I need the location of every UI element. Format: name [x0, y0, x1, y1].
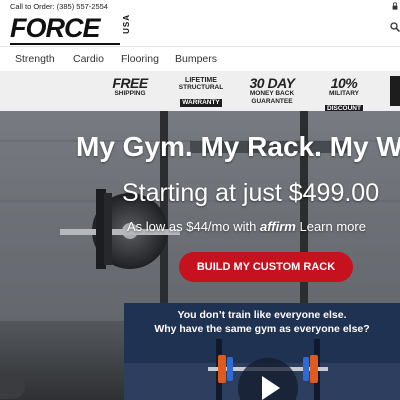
- lock-icon[interactable]: [391, 2, 399, 10]
- badge-free-shipping-title: FREE: [112, 75, 148, 91]
- nav-item-flooring[interactable]: Flooring: [121, 53, 159, 65]
- affirm-logo: affirm: [259, 219, 296, 234]
- badge-military-sub: MILITARY: [329, 90, 359, 97]
- badge-lifetime-warranty[interactable]: LIFETIME STRUCTURAL WARRANTY: [176, 76, 226, 107]
- badge-30-day-sub: MONEY BACK: [249, 90, 295, 97]
- badge-30-day-title: 30 DAY: [249, 75, 295, 91]
- learn-more-link[interactable]: Learn more: [299, 219, 365, 234]
- badge-lifetime-title: LIFETIME: [185, 77, 217, 84]
- site-header: Call to Order: (385) 557-2554 FORCE USA: [0, 0, 400, 46]
- play-icon: [262, 376, 280, 400]
- badge-lifetime-box: WARRANTY: [180, 98, 222, 107]
- badge-lifetime-line2: STRUCTURAL: [178, 84, 224, 91]
- nav-item-cardio[interactable]: Cardio: [73, 53, 104, 65]
- hero-price-line: Starting at just $499.00: [122, 179, 380, 207]
- play-button[interactable]: [238, 358, 298, 400]
- logo-wordmark: FORCE: [10, 13, 100, 43]
- promo-video[interactable]: You don’t train like everyone else. Why …: [124, 303, 400, 400]
- badge-free-shipping[interactable]: FREE SHIPPING: [104, 76, 156, 106]
- video-headline-2: Why have the same gym as everyone else?: [154, 323, 370, 335]
- force-usa-logo[interactable]: FORCE USA: [10, 13, 140, 45]
- badge-military-title: 10%: [330, 75, 358, 91]
- hero-finance-line: As low as $44/mo with affirm Learn more: [127, 219, 366, 234]
- badge-military-discount[interactable]: 10% MILITARY DISCOUNT: [318, 75, 370, 113]
- logo-usa: USA: [122, 14, 131, 34]
- chat-widget-tab[interactable]: [0, 373, 25, 399]
- call-to-order-text[interactable]: Call to Order: (385) 557-2554: [10, 2, 108, 11]
- hero-banner: My Gym. My Rack. My W Starting at just $…: [0, 111, 400, 400]
- nav-item-strength[interactable]: Strength: [15, 53, 55, 65]
- badge-30-day-line3: GUARANTEE: [251, 97, 293, 105]
- badge-partial: [390, 76, 400, 106]
- logo-underline: [10, 43, 120, 45]
- finance-prefix: As low as $44/mo with: [127, 219, 257, 234]
- build-custom-rack-button[interactable]: BUILD MY CUSTOM RACK: [179, 252, 353, 282]
- benefits-bar: FREE SHIPPING LIFETIME STRUCTURAL WARRAN…: [0, 71, 400, 113]
- badge-free-shipping-sub: SHIPPING: [114, 90, 146, 97]
- hero-title: My Gym. My Rack. My W: [76, 131, 400, 162]
- search-icon[interactable]: [390, 22, 400, 32]
- badge-30-day-guarantee[interactable]: 30 DAY MONEY BACK GUARANTEE: [246, 76, 298, 106]
- main-nav: Strength Cardio Flooring Bumpers: [0, 46, 400, 72]
- video-headline-1: You don’t train like everyone else.: [177, 309, 347, 321]
- nav-item-bumpers[interactable]: Bumpers: [175, 53, 217, 65]
